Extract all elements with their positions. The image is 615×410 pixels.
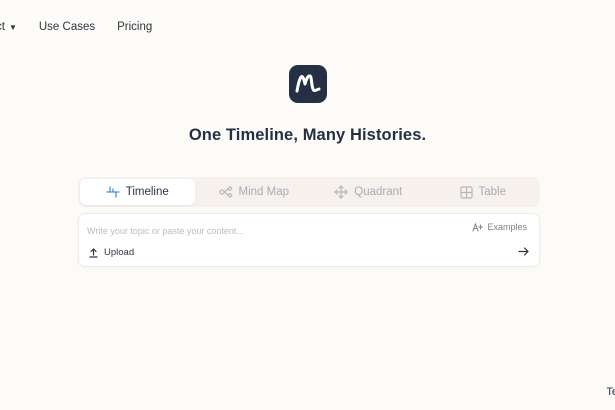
tab-quadrant-label: Quadrant — [354, 186, 403, 198]
mind-map-icon — [218, 186, 232, 198]
nav-product-label: ct — [0, 21, 5, 33]
examples-button[interactable]: Examples — [472, 222, 527, 232]
scribble-m-logo-icon — [295, 74, 321, 93]
tab-mind-map-label: Mind Map — [238, 186, 290, 198]
timeline-icon — [106, 186, 120, 198]
sparkle-text-icon — [472, 222, 484, 232]
prompt-input-card: Write your topic or paste your content..… — [78, 213, 540, 267]
tab-timeline-label: Timeline — [125, 186, 169, 198]
tab-mind-map[interactable]: Mind Map — [197, 177, 312, 207]
caret-down-icon: ▼ — [8, 22, 17, 32]
submit-button[interactable] — [518, 247, 529, 256]
nav-use-cases-label: Use Cases — [38, 21, 96, 33]
upload-button[interactable]: Upload — [89, 247, 134, 258]
examples-label: Examples — [487, 222, 527, 232]
view-mode-tabs: Timeline Mind Map Quadrant Table — [78, 177, 540, 207]
tab-timeline[interactable]: Timeline — [80, 179, 195, 205]
page-headline: One Timeline, Many Histories. — [188, 126, 427, 144]
tab-table[interactable]: Table — [426, 177, 541, 207]
quadrant-icon — [334, 185, 348, 199]
top-nav: ct ▼ Use Cases Pricing — [0, 21, 174, 33]
arrow-right-icon — [518, 247, 529, 256]
table-icon — [459, 185, 473, 199]
upload-label: Upload — [104, 247, 135, 258]
tab-quadrant[interactable]: Quadrant — [311, 177, 426, 207]
topic-input[interactable]: Write your topic or paste your content..… — [87, 226, 244, 236]
nav-product-menu[interactable]: ct ▼ — [0, 21, 17, 33]
app-logo — [289, 65, 327, 103]
corner-link[interactable]: Te — [606, 386, 615, 398]
nav-use-cases[interactable]: Use Cases — [39, 21, 95, 33]
tab-table-label: Table — [478, 186, 507, 198]
nav-pricing-label: Pricing — [117, 21, 153, 33]
nav-pricing[interactable]: Pricing — [117, 21, 152, 33]
upload-icon — [89, 247, 98, 258]
